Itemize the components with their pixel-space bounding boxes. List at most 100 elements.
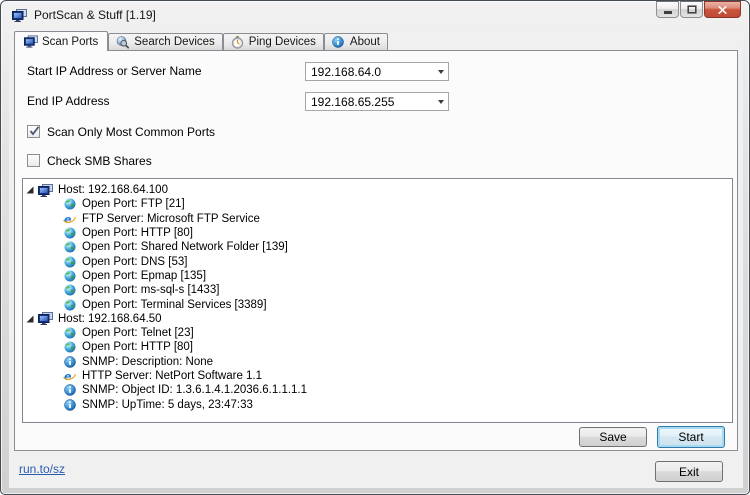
exit-button[interactable]: Exit (655, 461, 723, 482)
tree-item-text: Open Port: HTTP [80] (82, 340, 193, 354)
end-ip-input[interactable] (306, 95, 433, 109)
window-title: PortScan & Stuff [1.19] (34, 8, 156, 22)
globe-icon (62, 241, 77, 254)
stopwatch-icon (231, 36, 245, 49)
tab-scan-ports[interactable]: Scan Ports (14, 31, 108, 51)
tree-item-row[interactable]: Open Port: Terminal Services [3389] (23, 297, 732, 311)
tree-item-row[interactable]: e HTTP Server: NetPort Software 1.1 (23, 369, 732, 383)
ie-browser-icon: e (62, 370, 77, 383)
globe-icon (62, 284, 77, 297)
info-icon (62, 398, 77, 411)
tree-item-row[interactable]: e FTP Server: Microsoft FTP Service (23, 212, 732, 226)
app-icon (12, 9, 27, 22)
tree-item-row[interactable]: Open Port: Epmap [135] (23, 269, 732, 283)
tab-search-devices[interactable]: Search Devices (108, 33, 223, 50)
tab-about[interactable]: About (324, 33, 388, 50)
minimize-button[interactable] (656, 1, 679, 18)
tree-item-row[interactable]: Open Port: HTTP [80] (23, 226, 732, 240)
checkmark-icon (28, 125, 41, 137)
tree-host-row[interactable]: Host: 192.168.64.100 (23, 183, 732, 197)
ie-browser-icon: e (62, 212, 77, 225)
check-smb-label: Check SMB Shares (47, 154, 152, 168)
tree-item-text: HTTP Server: NetPort Software 1.1 (82, 369, 262, 383)
window-controls (655, 1, 741, 18)
tree-item-text: SNMP: Object ID: 1.3.6.1.4.1.2036.6.1.1.… (82, 383, 307, 397)
tab-ping-devices[interactable]: Ping Devices (223, 33, 324, 50)
globe-icon (62, 327, 77, 340)
end-ip-dropdown-button[interactable] (433, 93, 448, 110)
globe-icon (62, 269, 77, 282)
tree-host-row[interactable]: Host: 192.168.64.50 (23, 312, 732, 326)
tree-item-row[interactable]: Open Port: DNS [53] (23, 254, 732, 268)
title-bar[interactable]: PortScan & Stuff [1.19] (1, 1, 749, 29)
chevron-down-icon (438, 100, 444, 107)
scan-ports-tab-page: Start IP Address or Server Name End IP A… (14, 50, 738, 451)
info-icon (62, 384, 77, 397)
globe-icon (62, 227, 77, 240)
scan-results-tree: Host: 192.168.64.100Open Port: FTP [21]e… (22, 178, 733, 423)
tree-item-text: Host: 192.168.64.100 (58, 183, 168, 197)
tree-item-text: FTP Server: Microsoft FTP Service (82, 212, 260, 226)
maximize-button[interactable] (680, 1, 703, 18)
website-link[interactable]: run.to/sz (19, 462, 65, 476)
close-icon (718, 6, 727, 14)
start-ip-label: Start IP Address or Server Name (27, 64, 202, 78)
info-icon (62, 355, 77, 368)
tree-item-text: Open Port: HTTP [80] (82, 226, 193, 240)
scan-common-ports-checkbox[interactable] (27, 125, 40, 138)
tree-item-text: Open Port: Epmap [135] (82, 269, 206, 283)
tree-item-row[interactable]: SNMP: UpTime: 5 days, 23:47:33 (23, 397, 732, 411)
scan-common-ports-option[interactable]: Scan Only Most Common Ports (27, 125, 215, 138)
tree-item-text: Open Port: Terminal Services [3389] (82, 298, 267, 312)
tree-item-text: Open Port: ms-sql-s [1433] (82, 283, 219, 297)
tree-item-row[interactable]: SNMP: Description: None (23, 355, 732, 369)
start-ip-input[interactable] (306, 65, 433, 79)
start-button[interactable]: Start (657, 426, 725, 448)
svg-text:e: e (64, 370, 72, 382)
tab-label: Search Devices (134, 36, 215, 48)
end-ip-label: End IP Address (27, 94, 110, 108)
check-smb-option[interactable]: Check SMB Shares (27, 154, 152, 167)
globe-icon (62, 341, 77, 354)
host-computer-icon (38, 312, 53, 325)
globe-icon (62, 298, 77, 311)
tree-item-text: Open Port: FTP [21] (82, 197, 185, 211)
tree-item-row[interactable]: Open Port: HTTP [80] (23, 340, 732, 354)
tree-item-row[interactable]: Open Port: ms-sql-s [1433] (23, 283, 732, 297)
tree-item-row[interactable]: Open Port: Shared Network Folder [139] (23, 240, 732, 254)
tree-item-row[interactable]: SNMP: Object ID: 1.3.6.1.4.1.2036.6.1.1.… (23, 383, 732, 397)
tree-item-row[interactable]: Open Port: Telnet [23] (23, 326, 732, 340)
tab-label: Scan Ports (42, 36, 98, 48)
globe-icon (62, 198, 77, 211)
info-icon (332, 36, 346, 49)
start-ip-combobox[interactable] (305, 62, 449, 81)
tab-label: Ping Devices (249, 36, 316, 48)
tree-item-text: SNMP: UpTime: 5 days, 23:47:33 (82, 398, 253, 412)
close-button[interactable] (704, 1, 741, 18)
tree-item-text: Host: 192.168.64.50 (58, 312, 162, 326)
svg-text:e: e (64, 213, 72, 225)
computer-icon (24, 35, 38, 48)
search-globe-icon (116, 36, 130, 49)
globe-icon (62, 255, 77, 268)
tab-label: About (350, 36, 380, 48)
start-ip-dropdown-button[interactable] (433, 63, 448, 80)
check-smb-checkbox[interactable] (27, 154, 40, 167)
app-window: PortScan & Stuff [1.19] Scan Ports Search… (0, 0, 750, 495)
scan-common-ports-label: Scan Only Most Common Ports (47, 125, 215, 139)
tree-item-text: SNMP: Description: None (82, 355, 213, 369)
host-computer-icon (38, 184, 53, 197)
client-area: Scan Ports Search Devices Ping Devices Abou… (9, 29, 743, 488)
maximize-icon (687, 5, 697, 14)
tree-item-text: Open Port: DNS [53] (82, 255, 187, 269)
expander-icon[interactable] (26, 315, 35, 323)
chevron-down-icon (438, 70, 444, 77)
expander-icon[interactable] (26, 186, 35, 194)
tree-item-row[interactable]: Open Port: FTP [21] (23, 197, 732, 211)
tree-item-text: Open Port: Telnet [23] (82, 326, 194, 340)
minimize-icon (664, 11, 672, 14)
save-button[interactable]: Save (579, 427, 647, 447)
tab-strip: Scan Ports Search Devices Ping Devices Abou… (14, 32, 388, 50)
tree-item-text: Open Port: Shared Network Folder [139] (82, 240, 288, 254)
end-ip-combobox[interactable] (305, 92, 449, 111)
